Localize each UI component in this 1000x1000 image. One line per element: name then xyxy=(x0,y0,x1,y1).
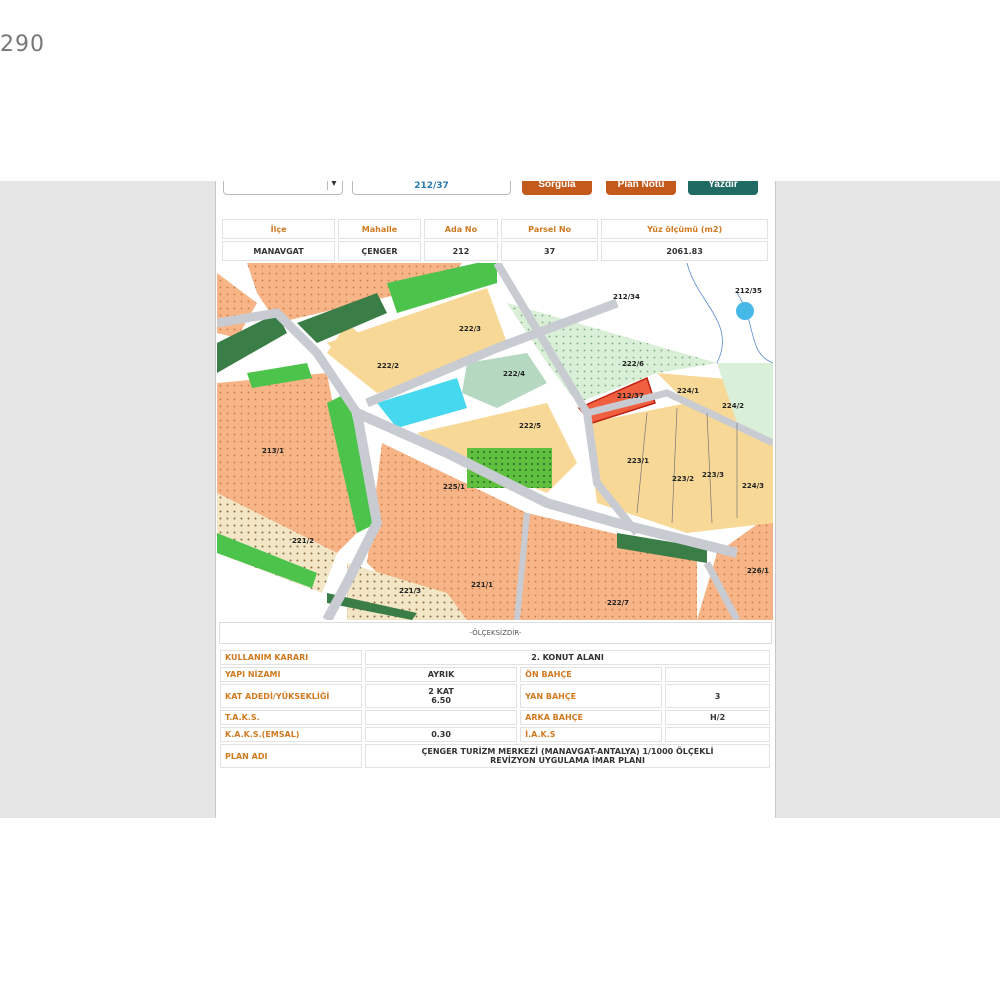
map-label: 224/1 xyxy=(677,387,699,395)
map-label: 222/7 xyxy=(607,599,629,607)
value-yuzolcumu: 2061.83 xyxy=(601,241,768,261)
value-parsel-no: 37 xyxy=(501,241,599,261)
kat-adedi-value-line2: 6.50 xyxy=(431,696,451,705)
parcel-input[interactable]: 212/37 xyxy=(352,181,511,195)
map-label: 221/1 xyxy=(471,581,493,589)
map-label: 222/5 xyxy=(519,422,541,430)
map-label: 224/2 xyxy=(722,402,744,410)
corner-number: 290 xyxy=(0,32,45,57)
map-label: 212/34 xyxy=(613,293,640,301)
map-label: 212/35 xyxy=(735,287,762,295)
on-bahce-label: ÖN BAHÇE xyxy=(520,667,663,682)
iaks-label: İ.A.K.S xyxy=(520,727,663,742)
map-label: 222/6 xyxy=(622,360,644,368)
arka-bahce-value: H/2 xyxy=(665,710,770,725)
parcel-info-table: İlçe Mahalle Ada No Parsel No Yüz ölçümü… xyxy=(219,217,771,263)
map-label: 212/37 xyxy=(617,392,644,400)
plan-adi-value-line1: ÇENGER TURİZM MERKEZİ (MANAVGAT-ANTALYA)… xyxy=(421,747,714,756)
map-marker xyxy=(736,302,754,320)
chevron-down-icon[interactable]: ▼ xyxy=(327,181,340,190)
map-label: 213/1 xyxy=(262,447,284,455)
taks-label: T.A.K.S. xyxy=(220,710,362,725)
district-select[interactable]: ▼ xyxy=(223,181,343,195)
scale-label: -ÖLÇEKSİZDİR- xyxy=(219,622,772,644)
map-label: 222/4 xyxy=(503,370,525,378)
header-yuzolcumu: Yüz ölçümü (m2) xyxy=(601,219,768,239)
map-label: 222/3 xyxy=(459,325,481,333)
value-ilce: MANAVGAT xyxy=(222,241,336,261)
header-mahalle: Mahalle xyxy=(338,219,421,239)
header-ilce: İlçe xyxy=(222,219,336,239)
kullanim-karari-value: 2. KONUT ALANI xyxy=(365,650,770,665)
map-label: 222/2 xyxy=(377,362,399,370)
iaks-value xyxy=(665,727,770,742)
value-ada-no: 212 xyxy=(423,241,499,261)
kat-adedi-label: KAT ADEDİ/YÜKSEKLİĞİ xyxy=(220,684,362,708)
plan-adi-label: PLAN ADI xyxy=(220,744,362,768)
imar-query-panel: ▼ 212/37 Sorgula Plan Notu Yazdır İlçe M… xyxy=(215,181,776,818)
taks-value xyxy=(365,710,518,725)
on-bahce-value xyxy=(665,667,770,682)
kat-adedi-value: 2 KAT 6.50 xyxy=(365,684,518,708)
map-label: 224/3 xyxy=(742,482,764,490)
kaks-label: K.A.K.S.(EMSAL) xyxy=(220,727,362,742)
sorgula-button[interactable]: Sorgula xyxy=(522,181,592,195)
zoning-details-table: KULLANIM KARARI 2. KONUT ALANI YAPI NİZA… xyxy=(217,648,773,770)
kullanim-karari-label: KULLANIM KARARI xyxy=(220,650,362,665)
header-ada-no: Ada No xyxy=(423,219,499,239)
zoning-map[interactable]: 212/34 212/35 222/3 222/2 222/4 212/37 2… xyxy=(217,263,773,620)
plan-notu-button[interactable]: Plan Notu xyxy=(606,181,676,195)
plan-adi-value-line2: REVİZYON UYGULAMA İMAR PLANI xyxy=(490,756,645,765)
kat-adedi-value-line1: 2 KAT xyxy=(428,687,454,696)
plan-adi-value: ÇENGER TURİZM MERKEZİ (MANAVGAT-ANTALYA)… xyxy=(365,744,770,768)
map-label: 223/1 xyxy=(627,457,649,465)
kaks-value: 0.30 xyxy=(365,727,518,742)
print-button[interactable]: Yazdır xyxy=(688,181,758,195)
map-label: 226/1 xyxy=(747,567,769,575)
map-label: 223/2 xyxy=(672,475,694,483)
map-label: 221/2 xyxy=(292,537,314,545)
value-mahalle: ÇENGER xyxy=(338,241,421,261)
yan-bahce-value: 3 xyxy=(665,684,770,708)
yapi-nizami-value: AYRIK xyxy=(365,667,518,682)
arka-bahce-label: ARKA BAHÇE xyxy=(520,710,663,725)
yapi-nizami-label: YAPI NİZAMI xyxy=(220,667,362,682)
map-label: 223/3 xyxy=(702,471,724,479)
yan-bahce-label: YAN BAHÇE xyxy=(520,684,663,708)
header-parsel-no: Parsel No xyxy=(501,219,599,239)
map-label: 221/3 xyxy=(399,587,421,595)
map-label: 225/1 xyxy=(443,483,465,491)
